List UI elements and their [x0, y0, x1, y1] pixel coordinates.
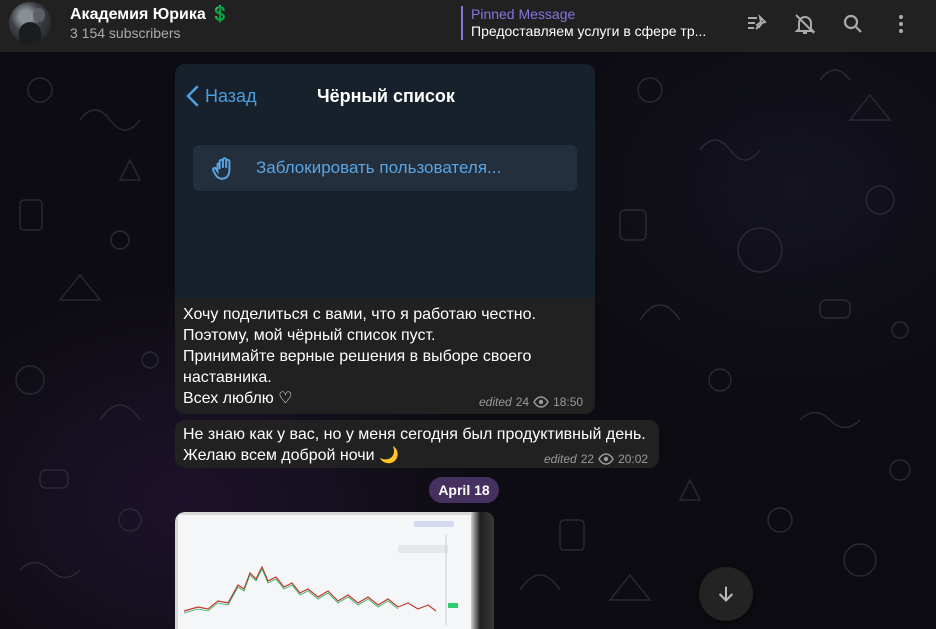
- message-screenshot-image[interactable]: Назад Чёрный список Заблокировать пользо…: [175, 64, 595, 298]
- message-bubble-blacklist[interactable]: Назад Чёрный список Заблокировать пользо…: [175, 64, 595, 414]
- message-line: наставника.: [183, 369, 272, 386]
- photo-message[interactable]: [175, 512, 494, 629]
- channel-avatar[interactable]: [9, 2, 51, 44]
- pinned-label: Pinned Message: [471, 6, 576, 22]
- pinned-message-bar[interactable]: Pinned Message Предоставляем услуги в сф…: [461, 6, 731, 40]
- back-link: Назад: [185, 84, 257, 108]
- channel-title[interactable]: Академия Юрика 💲: [70, 4, 230, 24]
- message-meta: edited 24 18:50: [479, 395, 583, 409]
- message-line: Принимайте верные решения в выборе своег…: [183, 348, 532, 365]
- view-count: 22: [580, 452, 595, 466]
- message-line: Хочу поделиться с вами, что я работаю че…: [183, 306, 536, 323]
- chevron-left-icon: [186, 85, 199, 107]
- back-label: Назад: [205, 85, 257, 106]
- view-count: 24: [515, 395, 530, 409]
- edited-label: edited: [544, 452, 577, 466]
- hand-stop-icon: [212, 157, 231, 180]
- message-time: 18:50: [553, 395, 584, 409]
- pin-list-icon[interactable]: [743, 10, 771, 38]
- laptop-chart-photo: [178, 515, 471, 629]
- message-meta: edited 22 20:02: [544, 452, 648, 466]
- message-time: 20:02: [618, 452, 649, 466]
- message-bubble-goodnight[interactable]: Не знаю как у вас, но у меня сегодня был…: [175, 420, 659, 468]
- block-user-label: Заблокировать пользователя...: [256, 158, 502, 177]
- subscriber-count: 3 154 subscribers: [70, 25, 181, 41]
- more-vertical-icon[interactable]: [887, 10, 915, 38]
- eye-icon: [533, 396, 549, 408]
- eye-icon: [598, 453, 614, 465]
- block-user-row: Заблокировать пользователя...: [193, 145, 577, 191]
- message-line: Поэтому, мой чёрный список пуст.: [183, 327, 436, 344]
- arrow-down-icon: [718, 586, 734, 602]
- edited-label: edited: [479, 395, 512, 409]
- chat-header: Академия Юрика 💲 3 154 subscribers Pinne…: [0, 0, 936, 53]
- scroll-to-bottom-button[interactable]: [699, 567, 753, 621]
- message-line: Не знаю как у вас, но у меня сегодня был…: [183, 426, 646, 443]
- mute-bell-icon[interactable]: [791, 10, 819, 38]
- date-separator[interactable]: April 18: [429, 477, 499, 503]
- search-icon[interactable]: [839, 10, 867, 38]
- pinned-text: Предоставляем услуги в сфере тр...: [471, 23, 707, 39]
- screenshot-title: Чёрный список: [317, 86, 455, 106]
- message-text: Хочу поделиться с вами, что я работаю че…: [183, 304, 583, 409]
